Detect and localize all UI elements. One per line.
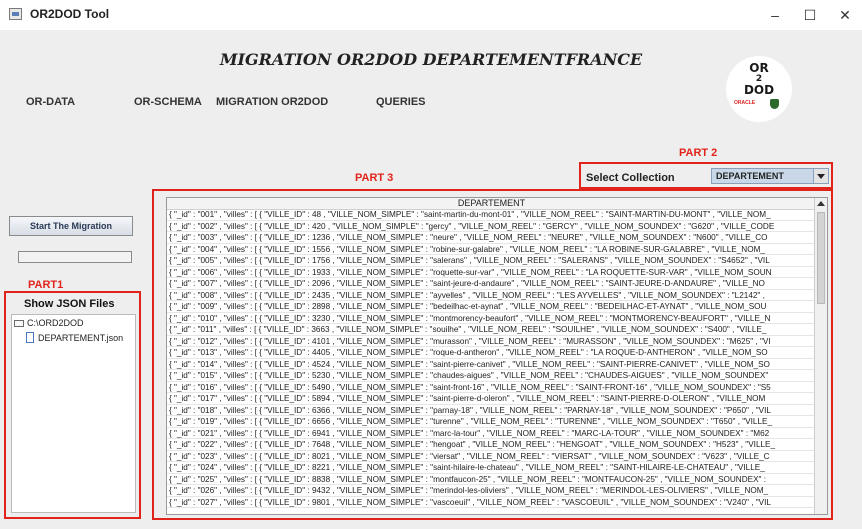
table-rows: { "_id" : "001" , "villes" : [ { "VILLE_… — [167, 209, 816, 508]
table-row[interactable]: { "_id" : "022" , "villes" : [ { "VILLE_… — [167, 439, 816, 451]
chevron-down-icon[interactable] — [813, 169, 828, 183]
logo-line3: DOD — [743, 83, 775, 97]
table-row[interactable]: { "_id" : "011" , "villes" : [ { "VILLE_… — [167, 324, 816, 336]
select-collection-label: Select Collection — [586, 172, 675, 184]
table-row[interactable]: { "_id" : "018" , "villes" : [ { "VILLE_… — [167, 405, 816, 416]
json-files-tree: C:\ORD2DOD DEPARTEMENT.json — [11, 314, 136, 513]
window-title: OR2DOD Tool — [30, 7, 110, 21]
table-row[interactable]: { "_id" : "010" , "villes" : [ { "VILLE_… — [167, 313, 816, 324]
table-row[interactable]: { "_id" : "015" , "villes" : [ { "VILLE_… — [167, 370, 816, 382]
table-row[interactable]: { "_id" : "017" , "villes" : [ { "VILLE_… — [167, 393, 816, 405]
close-button[interactable]: ✕ — [830, 4, 860, 26]
table-row[interactable]: { "_id" : "025" , "villes" : [ { "VILLE_… — [167, 474, 816, 485]
table-row[interactable]: { "_id" : "026" , "villes" : [ { "VILLE_… — [167, 485, 816, 497]
app-icon — [9, 8, 22, 20]
vertical-scrollbar[interactable] — [814, 198, 827, 514]
show-json-files-title: Show JSON Files — [24, 298, 115, 310]
start-migration-button[interactable]: Start The Migration — [9, 216, 133, 236]
table-row[interactable]: { "_id" : "013" , "villes" : [ { "VILLE_… — [167, 347, 816, 359]
table-row[interactable]: { "_id" : "002" , "villes" : [ { "VILLE_… — [167, 221, 816, 232]
table-row[interactable]: { "_id" : "023" , "villes" : [ { "VILLE_… — [167, 451, 816, 462]
window-title-bar: OR2DOD Tool – ☐ ✕ — [0, 0, 862, 30]
table-row[interactable]: { "_id" : "012" , "villes" : [ { "VILLE_… — [167, 336, 816, 347]
collection-select[interactable]: DEPARTEMENT — [711, 168, 829, 184]
tree-file-label: DEPARTEMENT.json — [38, 333, 124, 343]
table-row[interactable]: { "_id" : "008" , "villes" : [ { "VILLE_… — [167, 290, 816, 301]
table-row[interactable]: { "_id" : "024" , "villes" : [ { "VILLE_… — [167, 462, 816, 474]
logo-line1: OR — [749, 61, 769, 75]
table-row[interactable]: { "_id" : "007" , "villes" : [ { "VILLE_… — [167, 278, 816, 290]
minimize-button[interactable]: – — [760, 4, 790, 26]
or2dod-logo: OR 2 DOD ORACLE — [726, 56, 792, 122]
oracle-logo-text: ORACLE — [734, 100, 756, 106]
table-row[interactable]: { "_id" : "021" , "villes" : [ { "VILLE_… — [167, 428, 816, 439]
menu-migration-or2dod[interactable]: MIGRATION OR2DOD — [216, 96, 328, 108]
table-row[interactable]: { "_id" : "009" , "villes" : [ { "VILLE_… — [167, 301, 816, 313]
scroll-up-icon[interactable] — [817, 201, 825, 206]
maximize-button[interactable]: ☐ — [795, 4, 825, 26]
table-row[interactable]: { "_id" : "003" , "villes" : [ { "VILLE_… — [167, 232, 816, 244]
folder-icon — [14, 320, 24, 327]
shield-icon — [770, 99, 779, 109]
table-row[interactable]: { "_id" : "006" , "villes" : [ { "VILLE_… — [167, 267, 816, 278]
table-row[interactable]: { "_id" : "016" , "villes" : [ { "VILLE_… — [167, 382, 816, 393]
menu-queries[interactable]: QUERIES — [376, 96, 426, 108]
table-row[interactable]: { "_id" : "004" , "villes" : [ { "VILLE_… — [167, 244, 816, 255]
menu-or-schema[interactable]: OR-SCHEMA — [134, 96, 202, 108]
table-row[interactable]: { "_id" : "027" , "villes" : [ { "VILLE_… — [167, 497, 816, 508]
table-row[interactable]: { "_id" : "001" , "villes" : [ { "VILLE_… — [167, 209, 816, 221]
migration-progress-bar — [18, 251, 132, 263]
menu-or-data[interactable]: OR-DATA — [26, 96, 75, 108]
table-row[interactable]: { "_id" : "005" , "villes" : [ { "VILLE_… — [167, 255, 816, 267]
file-icon — [26, 332, 34, 343]
collection-select-value: DEPARTEMENT — [716, 171, 784, 181]
tree-root-label: C:\ORD2DOD — [27, 318, 84, 328]
table-row[interactable]: { "_id" : "019" , "villes" : [ { "VILLE_… — [167, 416, 816, 428]
part2-label: PART 2 — [679, 147, 718, 159]
json-documents-table: DEPARTEMENT { "_id" : "001" , "villes" :… — [166, 197, 828, 515]
part3-label: PART 3 — [355, 172, 394, 184]
part1-label: PART1 — [28, 279, 64, 291]
scrollbar-thumb[interactable] — [817, 212, 825, 304]
table-row[interactable]: { "_id" : "014" , "villes" : [ { "VILLE_… — [167, 359, 816, 370]
